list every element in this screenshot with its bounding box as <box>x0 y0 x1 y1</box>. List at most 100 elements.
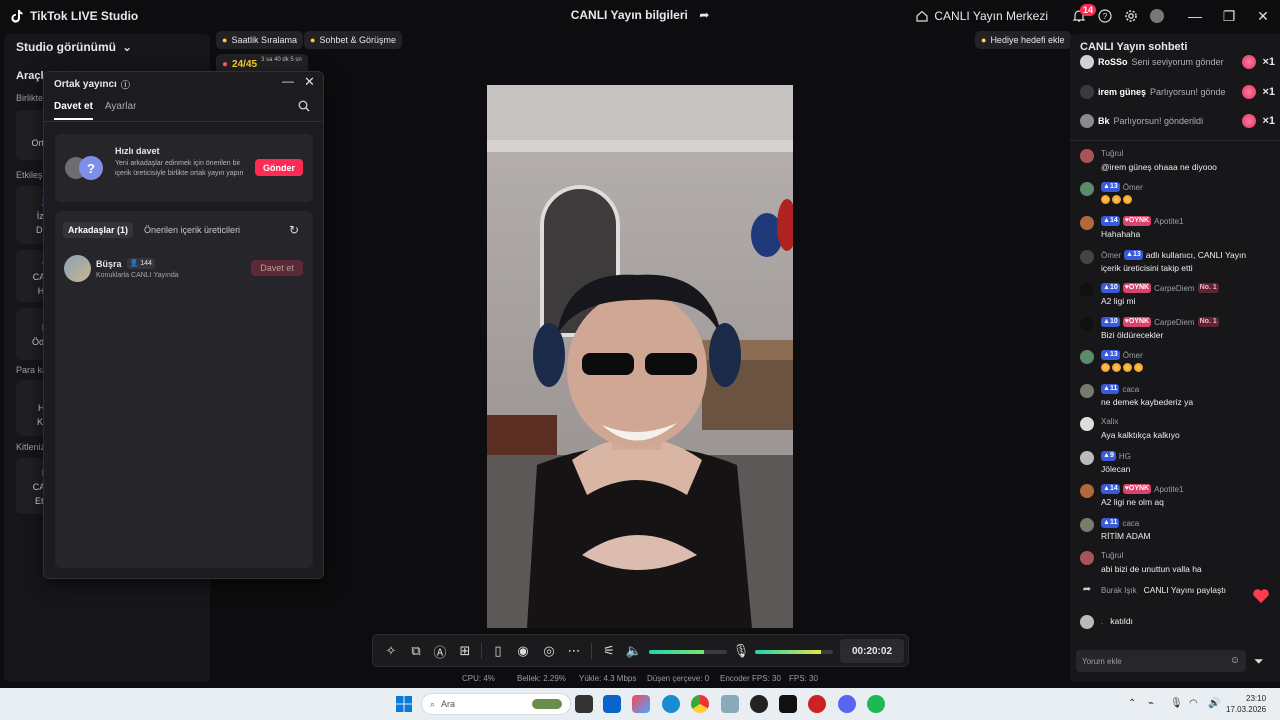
message-user[interactable]: Xalix <box>1101 417 1118 426</box>
settings-app-icon[interactable] <box>721 695 739 713</box>
comment-input[interactable]: Yorum ekle ☺ <box>1076 650 1246 672</box>
search-icon: ⌕ <box>430 698 436 709</box>
gift-message: Parlıyorsun! gönde <box>1150 87 1226 97</box>
message-user[interactable]: Burak Işık <box>1101 586 1137 595</box>
search-icon[interactable] <box>298 100 310 115</box>
popup-close-button[interactable]: ✕ <box>304 74 315 90</box>
message-user[interactable]: HG <box>1119 452 1131 461</box>
friend-avatar <box>64 255 91 282</box>
settings-gear-icon[interactable] <box>1118 3 1144 29</box>
hourly-ranking-chip[interactable]: ● Saatlik Sıralama <box>216 31 303 49</box>
more-options-icon[interactable]: ⋯ <box>566 643 582 659</box>
outlook-icon[interactable] <box>603 695 621 713</box>
message-user[interactable]: Ömer <box>1123 183 1143 192</box>
edge-icon[interactable] <box>662 695 680 713</box>
message-user[interactable]: CarpeDiem <box>1154 318 1194 327</box>
audio-mixer-icon[interactable]: ⚟ <box>601 643 617 659</box>
live-timer: 00:20:02 <box>840 639 904 663</box>
microphone-tray-icon[interactable]: 🎙 <box>1170 698 1183 709</box>
popup-minimize-button[interactable]: — <box>282 74 294 88</box>
filter-icon[interactable]: ⏷ <box>1254 654 1264 669</box>
volume-slider[interactable] <box>649 650 727 654</box>
mic-slider[interactable] <box>755 650 833 654</box>
spotify-icon[interactable] <box>867 695 885 713</box>
message-meta: ▲13 Ömer <box>1101 350 1143 360</box>
level-value: 11 <box>1109 519 1118 526</box>
maximize-button[interactable]: ❐ <box>1212 0 1246 32</box>
message-user[interactable]: caca <box>1122 385 1139 394</box>
magic-wand-icon[interactable]: ✧ <box>383 643 399 659</box>
help-icon[interactable]: ? <box>1092 3 1118 29</box>
message-text: abi bizi de unuttun valla ha <box>1101 564 1202 574</box>
phone-icon[interactable]: ▯ <box>490 643 506 659</box>
minimize-button[interactable]: — <box>1178 0 1212 32</box>
volume-slider-fill <box>649 650 704 654</box>
taskbar-clock[interactable]: 23:10 17.03.2026 <box>1226 693 1266 715</box>
message-meta: Ömer ▲13 adlı kullanıcı, CANLI Yayın <box>1101 250 1246 260</box>
live-center-button[interactable]: CANLI Yayın Merkezi <box>916 9 1048 23</box>
speaker-icon[interactable]: 🔈 <box>626 643 642 659</box>
obs-icon[interactable] <box>750 695 768 713</box>
message-user[interactable]: Apotite1 <box>1154 485 1183 494</box>
copilot-icon[interactable] <box>632 695 650 713</box>
message-meta: Burak Işık CANLI Yayını paylaştı <box>1101 585 1226 595</box>
tab-invite[interactable]: Davet et <box>54 101 93 120</box>
taskbar-search-input[interactable]: ⌕ Ara <box>421 693 571 715</box>
quick-invite-title: Hızlı davet <box>115 146 160 156</box>
tiktok-app-icon[interactable] <box>779 695 797 713</box>
send-button[interactable]: Gönder <box>255 159 303 176</box>
wifi-icon[interactable]: ◠ <box>1189 698 1198 709</box>
network-icon[interactable]: ⌁ <box>1148 698 1154 709</box>
task-view-icon[interactable] <box>575 695 593 713</box>
app-logo: TikTok LIVE Studio <box>0 9 138 23</box>
close-button[interactable]: ✕ <box>1246 0 1280 32</box>
studio-view-dropdown[interactable]: Studio görünümü ⌄ <box>16 40 132 54</box>
message-text: A2 ligi mi <box>1101 296 1136 306</box>
tab-friends[interactable]: Arkadaşlar (1) <box>63 222 134 238</box>
tab-suggested-creators[interactable]: Önerilen içerik üreticileri <box>139 222 245 238</box>
camera-feed-image <box>487 85 793 628</box>
avatar <box>1080 85 1094 99</box>
add-source-icon[interactable]: ⊞ <box>457 643 473 659</box>
ai-icon[interactable]: Ⓐ <box>432 643 448 660</box>
gift-count: ×1 <box>1262 56 1275 68</box>
fan-club-name: OYNK <box>1128 284 1150 291</box>
help-circle-icon[interactable]: ⓘ <box>121 78 130 91</box>
microphone-icon[interactable]: 🎙 <box>733 643 750 659</box>
gift-message: Parlıyorsun! gönderildi <box>1113 116 1204 126</box>
message-user[interactable]: Apotite1 <box>1154 217 1183 226</box>
discord-icon[interactable] <box>838 695 856 713</box>
message-user[interactable]: caca <box>1122 519 1139 528</box>
share-icon[interactable]: ➦ <box>699 8 709 22</box>
message-user[interactable]: CarpeDiem <box>1154 284 1194 293</box>
volume-tray-icon[interactable]: 🔊 <box>1208 698 1220 709</box>
message-user[interactable]: . <box>1101 617 1103 626</box>
refresh-icon[interactable]: ↻ <box>289 223 299 237</box>
avatar <box>1080 114 1094 128</box>
chat-meet-chip[interactable]: ● Sohbet & Görüşme <box>304 31 402 49</box>
translate-icon[interactable]: ⧉ <box>408 643 424 659</box>
windows-start-icon[interactable] <box>396 696 412 712</box>
media-player-icon[interactable] <box>808 695 826 713</box>
message-meta: ▲11 caca <box>1101 518 1139 528</box>
record-icon[interactable]: ◉ <box>515 643 531 659</box>
notification-bell-icon[interactable]: 14 <box>1066 3 1096 29</box>
message-meta: ▲14 ♥OYNK Apotite1 <box>1101 216 1183 226</box>
message-user[interactable]: Tuğrul <box>1101 551 1123 560</box>
level-badge: ▲11 <box>1101 384 1120 394</box>
emoji-icon[interactable]: ☺ <box>1230 655 1240 666</box>
message-user[interactable]: Tuğrul <box>1101 149 1123 158</box>
section-label: Birlikte <box>16 93 44 103</box>
add-gift-goal-chip[interactable]: ● Hediye hedefi ekle <box>975 31 1071 49</box>
profile-avatar[interactable] <box>1144 3 1170 29</box>
avatar <box>1080 551 1094 565</box>
message-user[interactable]: Ömer <box>1123 351 1143 360</box>
chevron-up-icon[interactable]: ⌃ <box>1128 698 1136 709</box>
tab-settings[interactable]: Ayarlar <box>105 101 137 120</box>
chrome-icon[interactable] <box>691 695 709 713</box>
level-badge: ▲11 <box>1101 518 1120 528</box>
invite-button[interactable]: Davet et <box>251 260 303 276</box>
message-meta: ▲10 ♥OYNK CarpeDiem No. 1 <box>1101 283 1219 293</box>
message-user[interactable]: Ömer <box>1101 251 1121 260</box>
camera-focus-icon[interactable]: ◎ <box>541 643 557 659</box>
